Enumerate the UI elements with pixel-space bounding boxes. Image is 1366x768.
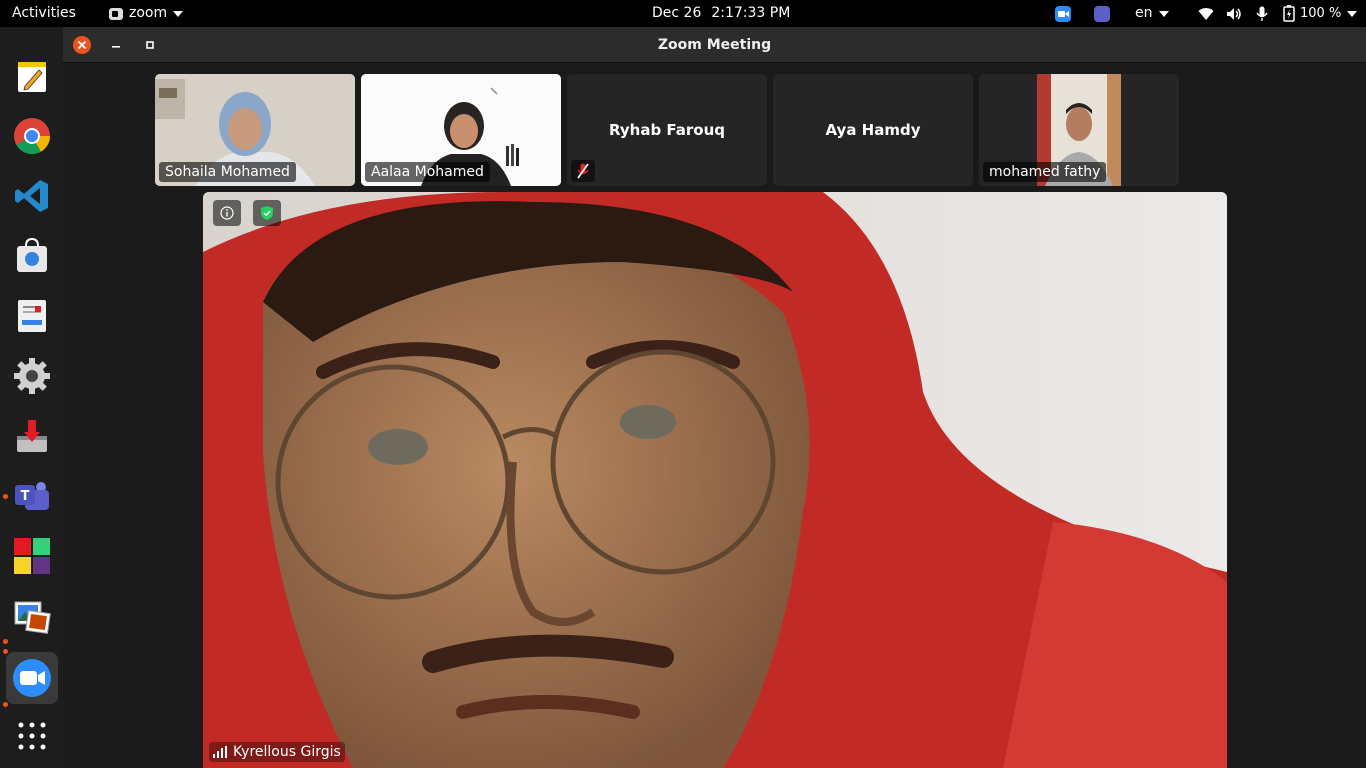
participant-tile-3[interactable]: Ryhab Farouq xyxy=(567,74,767,186)
clock-time: 2:17:33 PM xyxy=(711,5,791,21)
settings-gear-icon[interactable] xyxy=(10,354,54,398)
zoom-app-icon xyxy=(109,7,123,20)
chrome-icon[interactable] xyxy=(10,114,54,158)
info-icon xyxy=(220,206,234,220)
meeting-info-button[interactable] xyxy=(213,200,241,226)
speaker-name-badge: Kyrellous Girgis xyxy=(209,742,345,762)
installer-icon[interactable] xyxy=(10,414,54,458)
title-bar: Zoom Meeting xyxy=(63,27,1366,63)
encryption-button[interactable] xyxy=(253,200,281,226)
activities-label: Activities xyxy=(12,5,76,21)
participant-tile-4[interactable]: Aya Hamdy xyxy=(773,74,973,186)
language-label: en xyxy=(1135,5,1153,21)
text-editor-icon[interactable] xyxy=(10,54,54,98)
wifi-icon[interactable] xyxy=(1198,0,1214,27)
zoom-dock-icon[interactable] xyxy=(6,652,58,704)
chevron-down-icon xyxy=(1158,10,1169,17)
activities-button[interactable]: Activities xyxy=(12,0,76,27)
window-title: Zoom Meeting xyxy=(657,37,772,53)
zoom-tray-icon[interactable] xyxy=(1055,0,1071,27)
running-indicator xyxy=(3,639,8,644)
chevron-down-icon xyxy=(173,10,184,17)
svg-text:T: T xyxy=(21,489,30,504)
clock-date: Dec 26 xyxy=(652,5,702,21)
app-name: zoom xyxy=(129,5,168,21)
battery-percent: 100 % xyxy=(1300,6,1342,21)
document-viewer-icon[interactable] xyxy=(10,294,54,338)
speaker-video-feed xyxy=(203,192,1227,768)
muted-microphone-icon xyxy=(571,160,595,182)
zoom-window: Zoom Meeting Sohaila Mohamed Aalaa Moham… xyxy=(63,27,1366,768)
participant-name: Aalaa Mohamed xyxy=(365,162,490,182)
running-indicator xyxy=(3,649,8,654)
participant-name: Aya Hamdy xyxy=(825,121,921,139)
teams-icon[interactable]: T xyxy=(10,474,54,518)
image-viewer-icon[interactable] xyxy=(10,594,54,638)
participant-tile-1[interactable]: Sohaila Mohamed xyxy=(155,74,355,186)
top-bar: Activities zoom Dec 26 2:17:33 PM en 100… xyxy=(0,0,1366,27)
app-menu[interactable]: zoom xyxy=(109,0,184,27)
participant-name: mohamed fathy xyxy=(983,162,1107,182)
active-speaker-video[interactable]: Kyrellous Girgis xyxy=(203,192,1227,768)
dock: T xyxy=(0,27,63,768)
speaker-name: Kyrellous Girgis xyxy=(233,744,341,760)
running-indicator xyxy=(3,494,8,499)
clock[interactable]: Dec 26 2:17:33 PM xyxy=(652,0,790,27)
volume-icon[interactable] xyxy=(1226,0,1242,27)
running-indicator xyxy=(3,702,8,707)
language-selector[interactable]: en xyxy=(1135,0,1169,27)
microphone-icon[interactable] xyxy=(1256,0,1268,27)
show-applications-icon[interactable] xyxy=(10,714,54,758)
signal-strength-icon xyxy=(213,746,227,758)
windows-app-icon[interactable] xyxy=(10,534,54,578)
shield-icon xyxy=(261,206,273,220)
battery-indicator[interactable]: 100 % xyxy=(1283,0,1358,27)
chevron-down-icon xyxy=(1347,10,1358,17)
teams-tray-icon[interactable] xyxy=(1094,0,1110,27)
battery-icon xyxy=(1283,5,1295,22)
participant-tile-5[interactable]: mohamed fathy xyxy=(979,74,1179,186)
participant-tile-2[interactable]: Aalaa Mohamed xyxy=(361,74,561,186)
vscode-icon[interactable] xyxy=(10,174,54,218)
participant-name: Sohaila Mohamed xyxy=(159,162,296,182)
software-store-icon[interactable] xyxy=(10,234,54,278)
participant-name: Ryhab Farouq xyxy=(608,121,726,139)
